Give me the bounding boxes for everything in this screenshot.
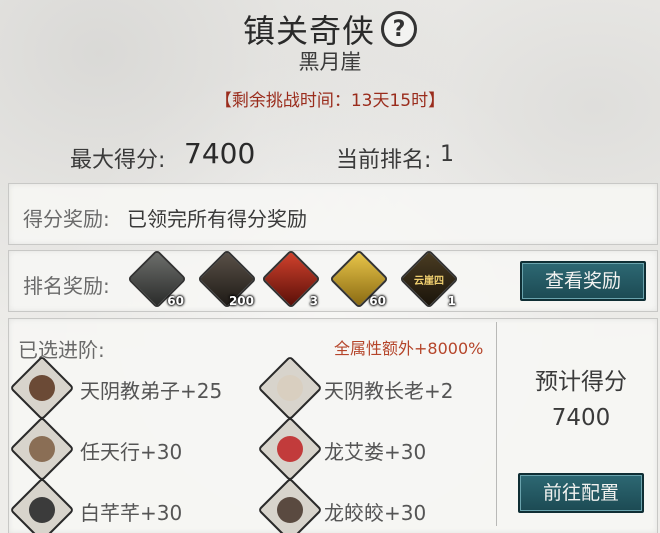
rank-label: 当前排名: <box>336 148 432 173</box>
score-reward-panel: 得分奖励: 已领完所有得分奖励 <box>8 183 658 245</box>
character-name: 白芊芊+30 <box>80 501 183 525</box>
reward-count: 1 <box>447 294 456 308</box>
plaque-text: 云崖四 <box>414 276 444 287</box>
reward-count: 200 <box>228 294 254 308</box>
panel-divider <box>496 322 497 526</box>
projected-score-label: 预计得分 <box>535 369 627 395</box>
character-name: 龙皎皎+30 <box>324 501 427 525</box>
reward-gold-book[interactable]: 60 <box>329 249 389 309</box>
rank-reward-label: 排名奖励: <box>23 274 110 298</box>
character-name: 天阴教长老+2 <box>324 379 454 403</box>
projected-score-value: 7400 <box>551 405 611 431</box>
remaining-time: 【剩余挑战时间：13天15时】 <box>214 91 446 111</box>
help-icon[interactable]: ? <box>381 11 417 47</box>
reward-count: 3 <box>309 294 318 308</box>
character-name: 任天行+30 <box>80 440 183 464</box>
reward-badge-token[interactable]: 200 <box>197 249 257 309</box>
go-configure-button[interactable]: 前往配置 <box>518 473 644 513</box>
location-subtitle: 黑月崖 <box>298 50 362 74</box>
character-name: 龙艾娄+30 <box>324 440 427 464</box>
max-score-label: 最大得分: <box>70 148 166 173</box>
rank-value: 1 <box>440 142 454 167</box>
advance-bonus: 全属性额外+8000% <box>334 339 484 358</box>
reward-feather-bundle[interactable]: 60 <box>127 249 187 309</box>
reward-red-ore[interactable]: 3 <box>261 249 321 309</box>
reward-title-plaque[interactable]: 云崖四 1 <box>399 249 459 309</box>
advance-label: 已选进阶: <box>18 338 105 362</box>
max-score-value: 7400 <box>184 137 256 170</box>
reward-count: 60 <box>167 294 184 308</box>
character-name: 天阴教弟子+25 <box>80 379 223 403</box>
score-reward-text: 已领完所有得分奖励 <box>127 207 307 231</box>
reward-count: 60 <box>369 294 386 308</box>
score-reward-label: 得分奖励: <box>23 207 110 231</box>
view-rewards-button[interactable]: 查看奖励 <box>520 261 646 301</box>
